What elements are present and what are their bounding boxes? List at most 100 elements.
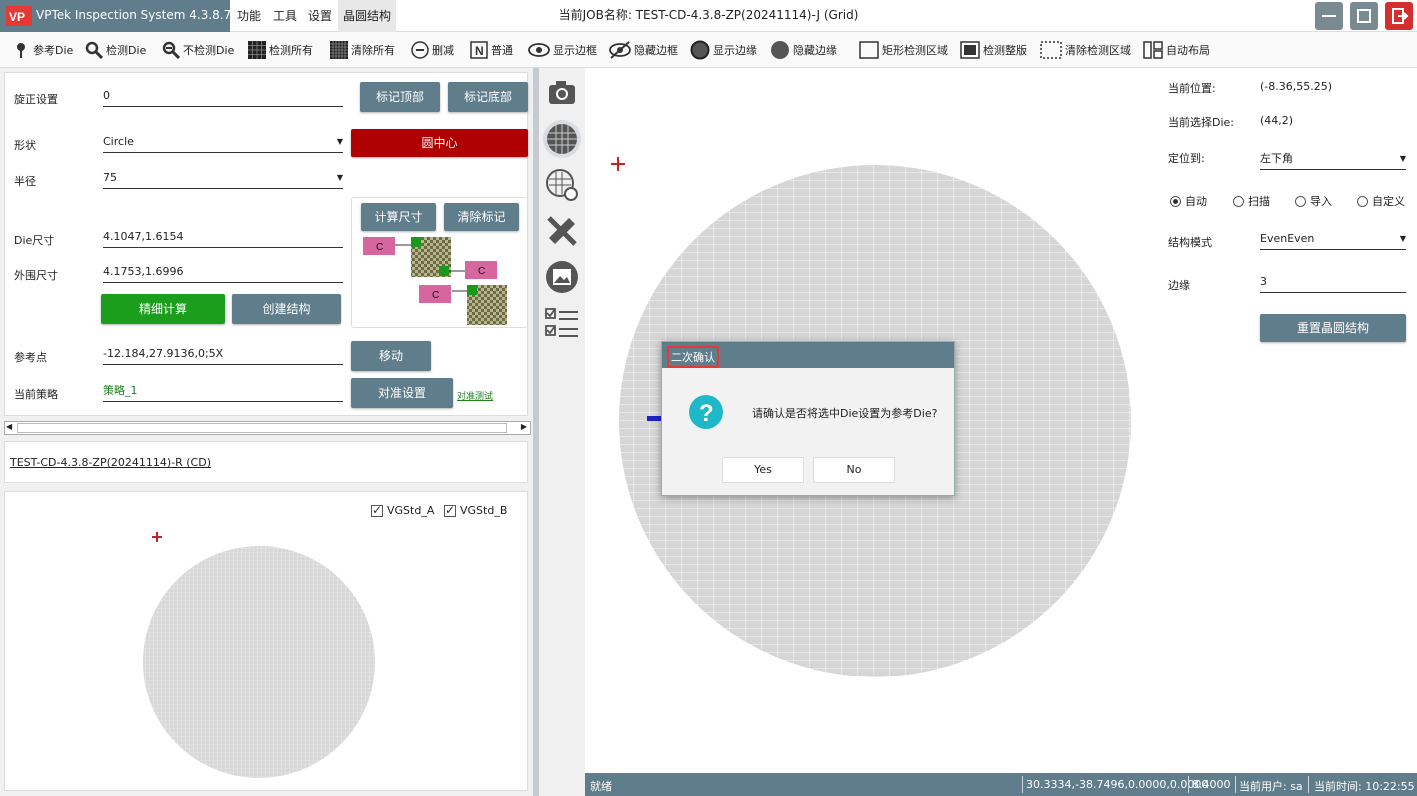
current-position-label: 当前位置:: [1168, 82, 1216, 95]
wafer-info-panel: 当前位置: (-8.36,55.25) 当前选择Die: (44,2) 定位到:…: [1138, 68, 1417, 773]
minimize-icon: [1322, 15, 1336, 17]
radius-select[interactable]: 75 ▼: [103, 167, 343, 189]
side-toolbar: [539, 68, 585, 796]
clear-mark-button[interactable]: 清除标记: [444, 203, 519, 231]
die-layout-diagram: C C C: [363, 237, 507, 325]
shape-select[interactable]: Circle ▼: [103, 131, 343, 153]
strategy-label: 当前策略: [14, 388, 58, 401]
dialog-yes-button[interactable]: Yes: [722, 457, 804, 483]
wafer-grid-icon: [547, 124, 577, 154]
shape-select-value: Circle: [103, 135, 134, 148]
tool-inspect-die-label: 检测Die: [106, 44, 147, 57]
calc-size-button[interactable]: 计算尺寸: [361, 203, 436, 231]
chevron-down-icon: ▼: [1399, 234, 1406, 243]
radio-auto[interactable]: 自动: [1170, 193, 1207, 209]
svg-text:?: ?: [699, 400, 714, 427]
locate-select[interactable]: 左下角 ▼: [1260, 148, 1406, 170]
reference-cross-icon: [152, 532, 162, 542]
status-separator: [1308, 776, 1309, 793]
strategy-input[interactable]: 策略_1: [103, 380, 343, 402]
die-size-label: Die尺寸: [14, 234, 55, 247]
horizontal-scrollbar[interactable]: ◀ ▶: [4, 421, 531, 435]
minimize-button[interactable]: [1315, 2, 1343, 30]
ref-point-label: 参考点: [14, 351, 47, 364]
title-bar: VP VPTek Inspection System 4.3.8.7815 功能…: [0, 0, 1417, 32]
tool-clear-all-label: 清除所有: [351, 44, 395, 57]
tool-inspect-full[interactable]: 检测整版: [960, 38, 1027, 62]
die-size-input[interactable]: 4.1047,1.6154: [103, 226, 343, 248]
dialog-no-button[interactable]: No: [813, 457, 895, 483]
scroll-thumb[interactable]: [17, 423, 507, 433]
tool-rect-region[interactable]: 矩形检测区域: [859, 38, 948, 62]
circle-filled-icon: [771, 41, 789, 59]
maximize-button[interactable]: [1350, 2, 1378, 30]
tool-clear-all[interactable]: 清除所有: [330, 38, 395, 62]
radio-scan[interactable]: 扫描: [1233, 193, 1270, 209]
radio-import[interactable]: 导入: [1295, 193, 1332, 209]
tool-hide-edge[interactable]: 隐藏边缘: [770, 38, 837, 62]
tool-no-inspect-die-label: 不检测Die: [183, 44, 235, 57]
struct-mode-select[interactable]: EvenEven ▼: [1260, 228, 1406, 250]
radio-scan-label: 扫描: [1248, 195, 1270, 208]
close-button[interactable]: [1385, 2, 1413, 30]
grid-clear-icon: [330, 41, 348, 59]
tool-inspect-die[interactable]: 检测Die: [85, 38, 146, 62]
mark-top-button[interactable]: 标记顶部: [360, 82, 440, 112]
tool-trim[interactable]: 删减: [411, 38, 454, 62]
radio-custom[interactable]: 自定义: [1357, 193, 1405, 209]
wafer-map-button[interactable]: [543, 120, 581, 158]
tool-no-inspect-die[interactable]: 不检测Die: [162, 38, 234, 62]
die-diagram-box: 计算尺寸 清除标记 C C C: [351, 197, 528, 328]
ref-point-input[interactable]: -12.184,27.9136,0;5X: [103, 343, 343, 365]
checklist-button[interactable]: [543, 304, 581, 342]
tool-ref-die[interactable]: 参考Die: [12, 38, 73, 62]
move-button[interactable]: 移动: [351, 341, 431, 371]
circle-center-button[interactable]: 圆中心: [351, 129, 528, 157]
edge-input[interactable]: 3: [1260, 271, 1406, 293]
rotation-label: 旋正设置: [14, 93, 58, 106]
reference-cross-icon: [611, 157, 625, 171]
recipe-path-link[interactable]: TEST-CD-4.3.8-ZP(20241114)-R (CD): [10, 456, 211, 469]
tool-normal[interactable]: N 普通: [470, 38, 513, 62]
tool-show-border[interactable]: 显示边框: [528, 38, 597, 62]
reset-wafer-structure-button[interactable]: 重置晶圆结构: [1260, 314, 1406, 342]
wafer-settings-button[interactable]: [543, 166, 581, 204]
align-test-link[interactable]: 对准测试: [457, 389, 493, 402]
tool-clear-region-label: 清除检测区域: [1065, 44, 1131, 57]
status-zoom: 8.4000: [1192, 778, 1231, 791]
recipe-path-box: TEST-CD-4.3.8-ZP(20241114)-R (CD): [4, 441, 528, 483]
measure-button[interactable]: [543, 212, 581, 250]
tool-hide-border[interactable]: 隐藏边框: [609, 38, 678, 62]
selected-die-marker: [647, 416, 661, 421]
scroll-left-icon[interactable]: ◀: [6, 422, 12, 431]
tool-clear-region[interactable]: 清除检测区域: [1040, 38, 1131, 62]
mark-bottom-button[interactable]: 标记底部: [448, 82, 528, 112]
camera-button[interactable]: [543, 74, 581, 112]
radius-select-value: 75: [103, 171, 117, 184]
tool-rect-region-label: 矩形检测区域: [882, 44, 948, 57]
scroll-right-icon[interactable]: ▶: [521, 422, 527, 431]
create-structure-button[interactable]: 创建结构: [232, 294, 341, 324]
locate-select-value: 左下角: [1260, 152, 1293, 165]
c-label: C: [432, 290, 439, 301]
image-frame-icon: [546, 261, 578, 293]
circle-ring-icon: [690, 40, 710, 60]
locate-label: 定位到:: [1168, 152, 1205, 165]
tool-show-edge[interactable]: 显示边缘: [690, 38, 757, 62]
align-settings-button[interactable]: 对准设置: [351, 378, 453, 408]
exit-icon: [1392, 8, 1409, 24]
tool-inspect-all[interactable]: 检测所有: [248, 38, 313, 62]
fine-calc-button[interactable]: 精细计算: [101, 294, 225, 324]
minus-circle-icon: [411, 41, 429, 59]
tool-auto-layout-label: 自动布局: [1166, 44, 1210, 57]
layout-icon: [1143, 41, 1163, 59]
radio-auto-label: 自动: [1185, 195, 1207, 208]
outer-size-input[interactable]: 4.1753,1.6996: [103, 261, 343, 283]
rotation-input[interactable]: 0: [103, 85, 343, 107]
edge-label: 边缘: [1168, 279, 1190, 292]
image-button[interactable]: [543, 258, 581, 296]
status-coordinates: 30.3334,-38.7496,0.0000,0.0000: [1026, 778, 1209, 791]
radio-dot-icon: [1233, 195, 1244, 207]
rect-filled-icon: [960, 41, 980, 59]
tool-auto-layout[interactable]: 自动布局: [1143, 38, 1210, 62]
